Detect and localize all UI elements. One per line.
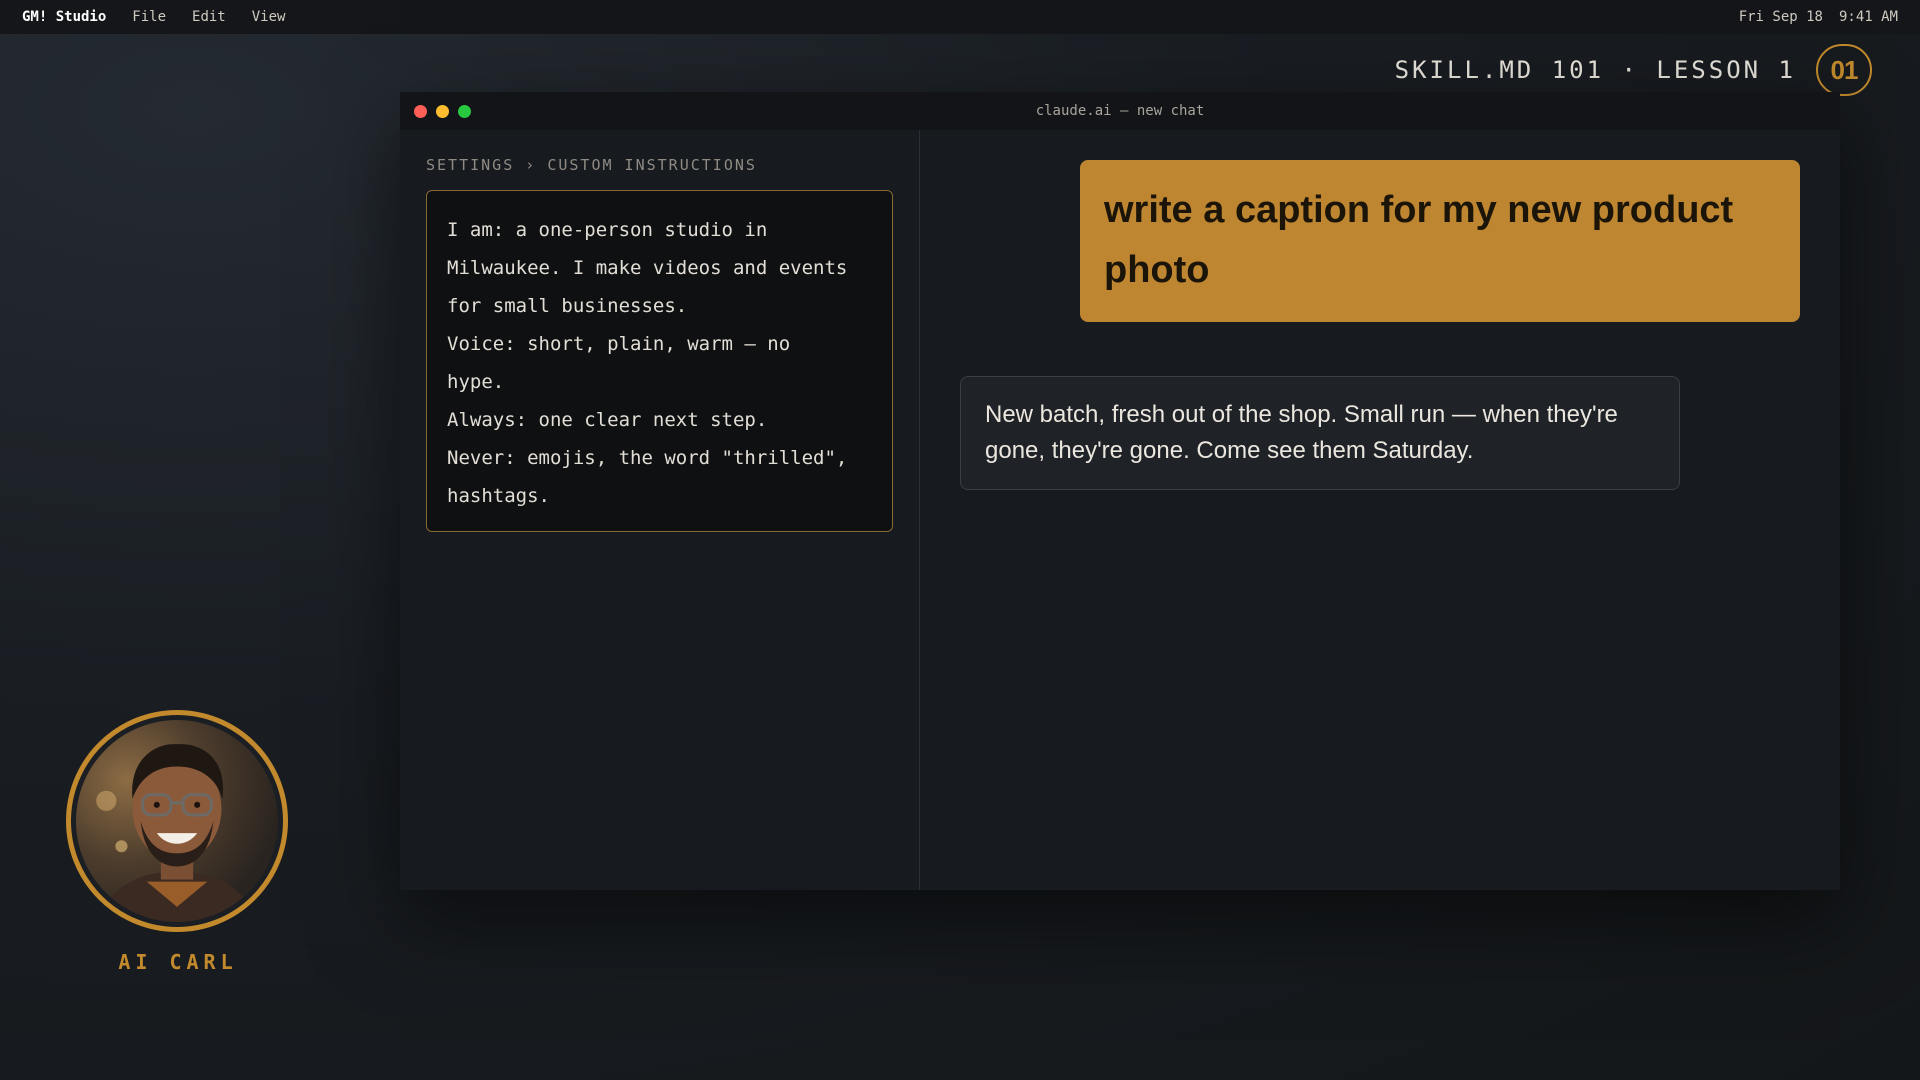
window-title: claude.ai — new chat: [1035, 103, 1205, 119]
menu-edit[interactable]: Edit: [192, 9, 226, 25]
user-message-bubble: write a caption for my new product photo: [1080, 160, 1800, 322]
window-panes: SETTINGS › CUSTOM INSTRUCTIONS I am: a o…: [400, 130, 1840, 890]
custom-instructions-box[interactable]: I am: a one-person studio in Milwaukee. …: [426, 190, 893, 532]
presenter-name: AI CARL: [118, 950, 238, 974]
presenter: AI CARL: [66, 710, 290, 974]
menu-view[interactable]: View: [252, 9, 286, 25]
menu-bar: GM! Studio File Edit View Fri Sep 18 9:4…: [0, 0, 1920, 34]
lesson-header: SKILL.MD 101 · LESSON 1 01: [1395, 44, 1872, 96]
browser-window: claude.ai — new chat SETTINGS › CUSTOM I…: [400, 92, 1840, 890]
instruction-identity: I am: a one-person studio in Milwaukee. …: [447, 219, 848, 317]
assistant-message-bubble: New batch, fresh out of the shop. Small …: [960, 376, 1680, 490]
instruction-never: Never: emojis, the word "thrilled", hash…: [447, 447, 848, 507]
presenter-portrait-icon: [96, 744, 258, 922]
avatar: [66, 710, 288, 932]
presenter-photo: [76, 720, 278, 922]
lesson-title: SKILL.MD 101 · LESSON 1: [1394, 56, 1796, 84]
lesson-number-badge: 01: [1816, 44, 1872, 96]
settings-pane: SETTINGS › CUSTOM INSTRUCTIONS I am: a o…: [400, 130, 920, 890]
instruction-always: Always: one clear next step.: [447, 409, 768, 431]
chat-pane: write a caption for my new product photo…: [920, 130, 1840, 890]
menu-file[interactable]: File: [132, 9, 166, 25]
menu-clock: Fri Sep 18 9:41 AM: [1739, 9, 1898, 25]
instruction-voice: Voice: short, plain, warm — no hype.: [447, 333, 791, 393]
breadcrumb: SETTINGS › CUSTOM INSTRUCTIONS: [426, 156, 757, 174]
window-titlebar: claude.ai — new chat: [400, 92, 1840, 130]
app-name-menu[interactable]: GM! Studio: [22, 9, 106, 25]
clock-time: 9:41 AM: [1838, 9, 1898, 25]
clock-date: Fri Sep 18: [1738, 9, 1823, 25]
